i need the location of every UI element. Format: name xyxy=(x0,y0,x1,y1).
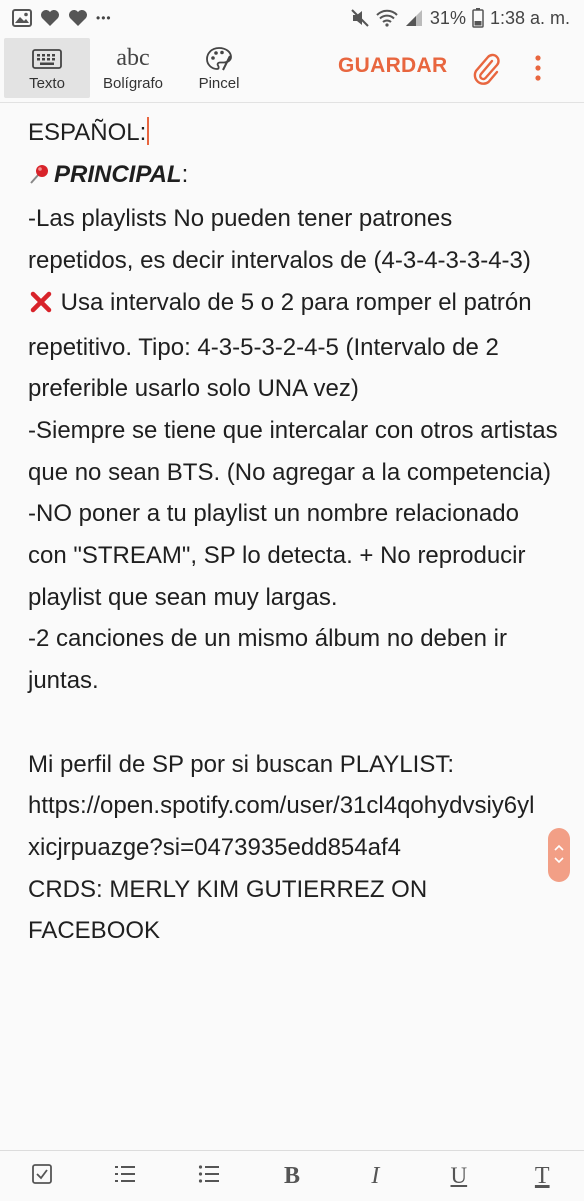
battery-percent: 31% xyxy=(429,7,466,28)
attach-button[interactable] xyxy=(470,52,502,91)
notification-overflow-icon: ••• xyxy=(96,11,112,25)
more-options-button[interactable] xyxy=(528,52,548,89)
italic-button[interactable]: I xyxy=(351,1156,399,1196)
checklist-button[interactable] xyxy=(18,1156,66,1196)
note-blank-line xyxy=(28,702,558,744)
heart-icon xyxy=(68,9,88,27)
text-cursor xyxy=(147,117,150,145)
handwriting-icon: abc xyxy=(116,45,150,71)
text-color-button[interactable]: T xyxy=(518,1156,566,1196)
numbered-list-button[interactable] xyxy=(101,1156,149,1196)
more-vert-icon xyxy=(528,55,548,88)
bulleted-list-icon xyxy=(198,1164,220,1189)
paperclip-icon xyxy=(470,53,502,90)
note-line: -NO poner a tu playlist un nombre relaci… xyxy=(28,500,533,611)
status-bar: ••• 31% 1:38 a. m. xyxy=(0,0,584,36)
checkbox-icon xyxy=(31,1163,53,1190)
tab-brush-label: Pincel xyxy=(198,74,240,92)
clock: 1:38 a. m. xyxy=(489,7,570,28)
palette-icon xyxy=(205,45,233,73)
note-line: Mi perfil de SP por si buscan PLAYLIST: xyxy=(28,750,454,778)
note-line: CRDS: MERLY KIM GUTIERREZ ON FACEBOOK xyxy=(28,875,434,945)
format-toolbar: B I U T xyxy=(0,1150,584,1201)
cross-mark-icon xyxy=(30,285,52,327)
tab-pen-mode[interactable]: abc Bolígrafo xyxy=(90,38,176,98)
wifi-icon xyxy=(376,9,398,27)
mute-icon xyxy=(350,8,370,28)
note-line: -Siempre se tiene que intercalar con otr… xyxy=(28,416,565,486)
chevron-down-icon xyxy=(554,855,564,867)
battery-icon xyxy=(472,8,484,28)
note-line: PRINCIPAL: xyxy=(28,154,558,199)
signal-icon xyxy=(404,9,424,27)
tab-pen-label: Bolígrafo xyxy=(102,74,164,92)
note-editor[interactable]: ESPAÑOL: PRINCIPAL: -Las playlists No pu… xyxy=(28,112,558,952)
chevron-up-icon xyxy=(554,843,564,855)
underline-button[interactable]: U xyxy=(435,1156,483,1196)
note-link[interactable]: https://open.spotify.com/user/31cl4qohyd… xyxy=(28,785,538,868)
gallery-icon xyxy=(12,9,32,27)
bold-button[interactable]: B xyxy=(268,1156,316,1196)
note-line: -Las playlists No pueden tener patrones … xyxy=(28,205,539,403)
tab-text-mode[interactable]: Texto xyxy=(4,38,90,98)
keyboard-icon xyxy=(32,45,62,73)
fast-scroll-handle[interactable] xyxy=(548,828,570,882)
save-button[interactable]: GUARDAR xyxy=(338,54,447,78)
editor-toolbar: Texto abc Bolígrafo Pincel GUARDAR xyxy=(0,36,584,103)
bulleted-list-button[interactable] xyxy=(185,1156,233,1196)
note-line: -2 canciones de un mismo álbum no deben … xyxy=(28,625,514,695)
heart-icon xyxy=(40,9,60,27)
pushpin-icon xyxy=(28,157,50,199)
note-line: ESPAÑOL: xyxy=(28,112,558,154)
numbered-list-icon xyxy=(114,1164,136,1189)
tab-brush-mode[interactable]: Pincel xyxy=(176,38,262,98)
tab-text-label: Texto xyxy=(29,74,65,92)
